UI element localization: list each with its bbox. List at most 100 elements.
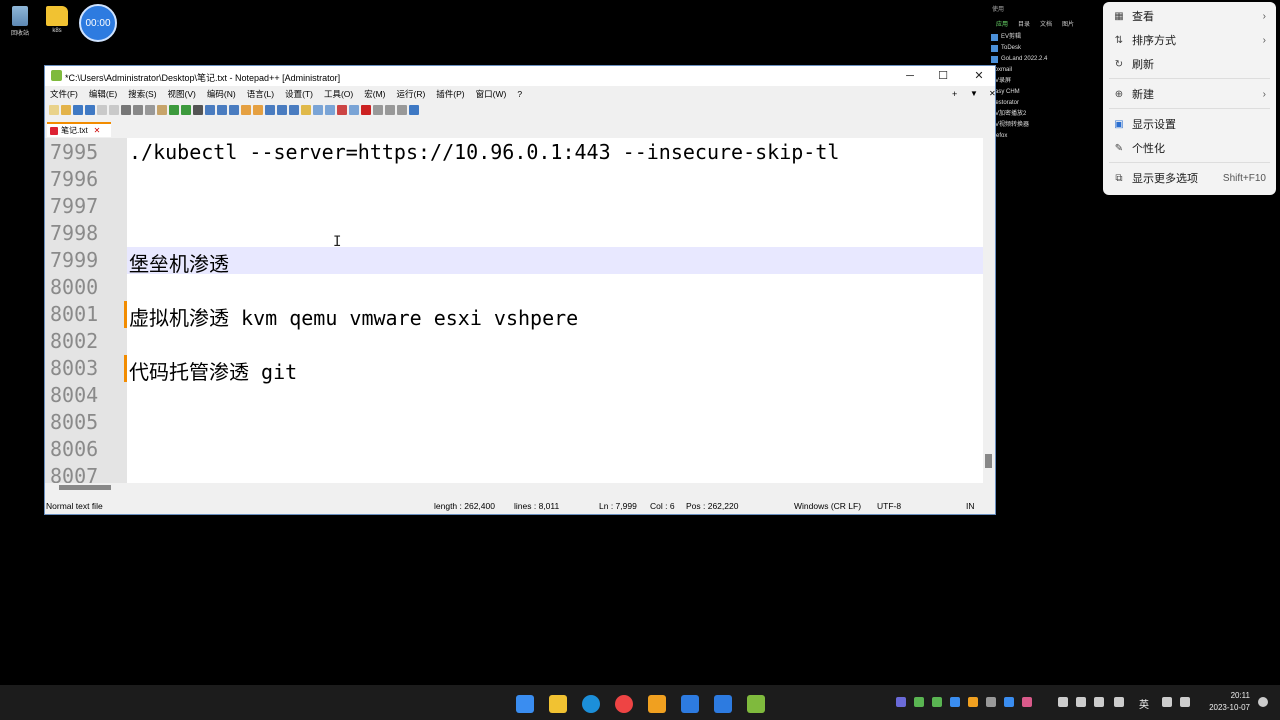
play-macro-icon[interactable] <box>385 105 395 115</box>
timer-badge[interactable]: 00:00 <box>79 4 117 42</box>
wrap-icon[interactable] <box>265 105 275 115</box>
vertical-scrollbar[interactable] <box>983 138 995 483</box>
print-icon[interactable] <box>121 105 131 115</box>
tab-apps[interactable]: 应用 <box>996 19 1008 28</box>
chrome-icon[interactable] <box>615 695 633 713</box>
sync-h-icon[interactable] <box>253 105 263 115</box>
network-icon[interactable] <box>1162 697 1172 707</box>
scroll-thumb[interactable] <box>985 454 992 468</box>
app-item[interactable]: firefox <box>988 131 1100 142</box>
menu-help[interactable]: ? <box>517 87 522 101</box>
app-item[interactable]: ToDesk <box>988 43 1100 54</box>
tray-icon[interactable] <box>1094 697 1104 707</box>
tab-notes-file[interactable]: 笔记.txt ✕ <box>47 122 111 137</box>
notification-icon[interactable] <box>1258 697 1268 707</box>
close-file-icon[interactable] <box>97 105 107 115</box>
tray-icon[interactable] <box>1058 697 1068 707</box>
close-button[interactable]: ✕ <box>964 68 994 84</box>
open-file-icon[interactable] <box>61 105 71 115</box>
zoom-out-icon[interactable] <box>229 105 239 115</box>
save-icon[interactable] <box>73 105 83 115</box>
microphone-icon[interactable] <box>1114 697 1124 707</box>
menu-view[interactable]: 视图(V) <box>168 87 196 101</box>
menu-item-personalize[interactable]: ✎ 个性化 <box>1103 136 1276 160</box>
menu-item-sort[interactable]: ⇅ 排序方式 › <box>1103 28 1276 52</box>
tab-docs[interactable]: 文档 <box>1040 19 1052 28</box>
zoom-in-icon[interactable] <box>217 105 227 115</box>
tray-icon[interactable] <box>1022 697 1032 707</box>
notepadpp-icon[interactable] <box>747 695 765 713</box>
menu-plugins[interactable]: 插件(P) <box>436 87 464 101</box>
record-macro-icon[interactable] <box>361 105 371 115</box>
app-item[interactable]: EV录屏 <box>988 76 1100 87</box>
folder-workspace-icon[interactable] <box>337 105 347 115</box>
paste-icon[interactable] <box>157 105 167 115</box>
save-all-icon[interactable] <box>85 105 95 115</box>
volume-icon[interactable] <box>1180 697 1190 707</box>
menu-run[interactable]: 运行(R) <box>396 87 425 101</box>
app-icon[interactable] <box>714 695 732 713</box>
minimize-button[interactable]: ─ <box>895 68 925 84</box>
k8s-folder-icon[interactable]: k8s <box>37 6 77 34</box>
menu-search[interactable]: 搜索(S) <box>128 87 156 101</box>
cut-icon[interactable] <box>133 105 143 115</box>
app-item[interactable]: EV加密播放2 <box>988 109 1100 120</box>
menu-macro[interactable]: 宏(M) <box>364 87 385 101</box>
tray-icon[interactable] <box>950 697 960 707</box>
tray-icon[interactable] <box>1076 697 1086 707</box>
undo-icon[interactable] <box>169 105 179 115</box>
app-item[interactable]: Restorator <box>988 98 1100 109</box>
editor-area[interactable]: 7995 7996 7997 7998 7999 8000 8001 8002 … <box>45 138 995 483</box>
tab-list-dropdown[interactable]: ▼ <box>970 87 978 101</box>
app-item[interactable]: GoLand 2022.2.4 <box>988 54 1100 65</box>
input-language-indicator[interactable]: 英 <box>1139 696 1149 711</box>
horizontal-scrollbar[interactable] <box>45 483 995 492</box>
find-icon[interactable] <box>193 105 203 115</box>
windows-start-icon[interactable] <box>516 695 534 713</box>
tray-icon[interactable] <box>896 697 906 707</box>
app-item[interactable]: Easy CHM <box>988 87 1100 98</box>
scroll-thumb[interactable] <box>59 485 111 490</box>
app-item[interactable]: Foxmail <box>988 65 1100 76</box>
tray-icon[interactable] <box>914 697 924 707</box>
sync-v-icon[interactable] <box>241 105 251 115</box>
redo-icon[interactable] <box>181 105 191 115</box>
run-macro-multiple-icon[interactable] <box>397 105 407 115</box>
recycle-bin-icon[interactable]: 回收站 <box>0 6 40 37</box>
tab-close-icon[interactable]: ✕ <box>94 126 101 135</box>
menu-settings[interactable]: 设置(T) <box>285 87 313 101</box>
menu-encoding[interactable]: 编码(N) <box>207 87 236 101</box>
maximize-button[interactable]: ☐ <box>928 68 958 84</box>
replace-icon[interactable] <box>205 105 215 115</box>
tray-icon[interactable] <box>1004 697 1014 707</box>
app-item[interactable]: EV剪辑 <box>988 32 1100 43</box>
app-icon[interactable] <box>648 695 666 713</box>
menu-file[interactable]: 文件(F) <box>50 87 78 101</box>
show-all-icon[interactable] <box>277 105 287 115</box>
monitoring-icon[interactable] <box>349 105 359 115</box>
taskbar-clock[interactable]: 20:11 2023-10-07 <box>1198 690 1250 714</box>
close-tab-button[interactable]: ✕ <box>989 87 996 101</box>
menu-item-display-settings[interactable]: ▣ 显示设置 <box>1103 112 1276 136</box>
app-icon[interactable] <box>681 695 699 713</box>
tab-dirs[interactable]: 目录 <box>1018 19 1030 28</box>
app-item[interactable]: EV视频转换器 <box>988 120 1100 131</box>
menu-edit[interactable]: 编辑(E) <box>89 87 117 101</box>
doc-map-icon[interactable] <box>313 105 323 115</box>
save-macro-icon[interactable] <box>409 105 419 115</box>
indent-guide-icon[interactable] <box>289 105 299 115</box>
tray-icon[interactable] <box>968 697 978 707</box>
menu-item-more-options[interactable]: ⧉ 显示更多选项 Shift+F10 <box>1103 166 1276 190</box>
copy-icon[interactable] <box>145 105 155 115</box>
tab-images[interactable]: 图片 <box>1062 19 1074 28</box>
menu-item-new[interactable]: ⊕ 新建 › <box>1103 82 1276 106</box>
tray-icon[interactable] <box>932 697 942 707</box>
close-all-icon[interactable] <box>109 105 119 115</box>
menu-language[interactable]: 语言(L) <box>247 87 274 101</box>
menu-tools[interactable]: 工具(O) <box>324 87 353 101</box>
function-list-icon[interactable] <box>325 105 335 115</box>
tray-icon[interactable] <box>986 697 996 707</box>
edge-icon[interactable] <box>582 695 600 713</box>
new-file-icon[interactable] <box>49 105 59 115</box>
udl-icon[interactable] <box>301 105 311 115</box>
